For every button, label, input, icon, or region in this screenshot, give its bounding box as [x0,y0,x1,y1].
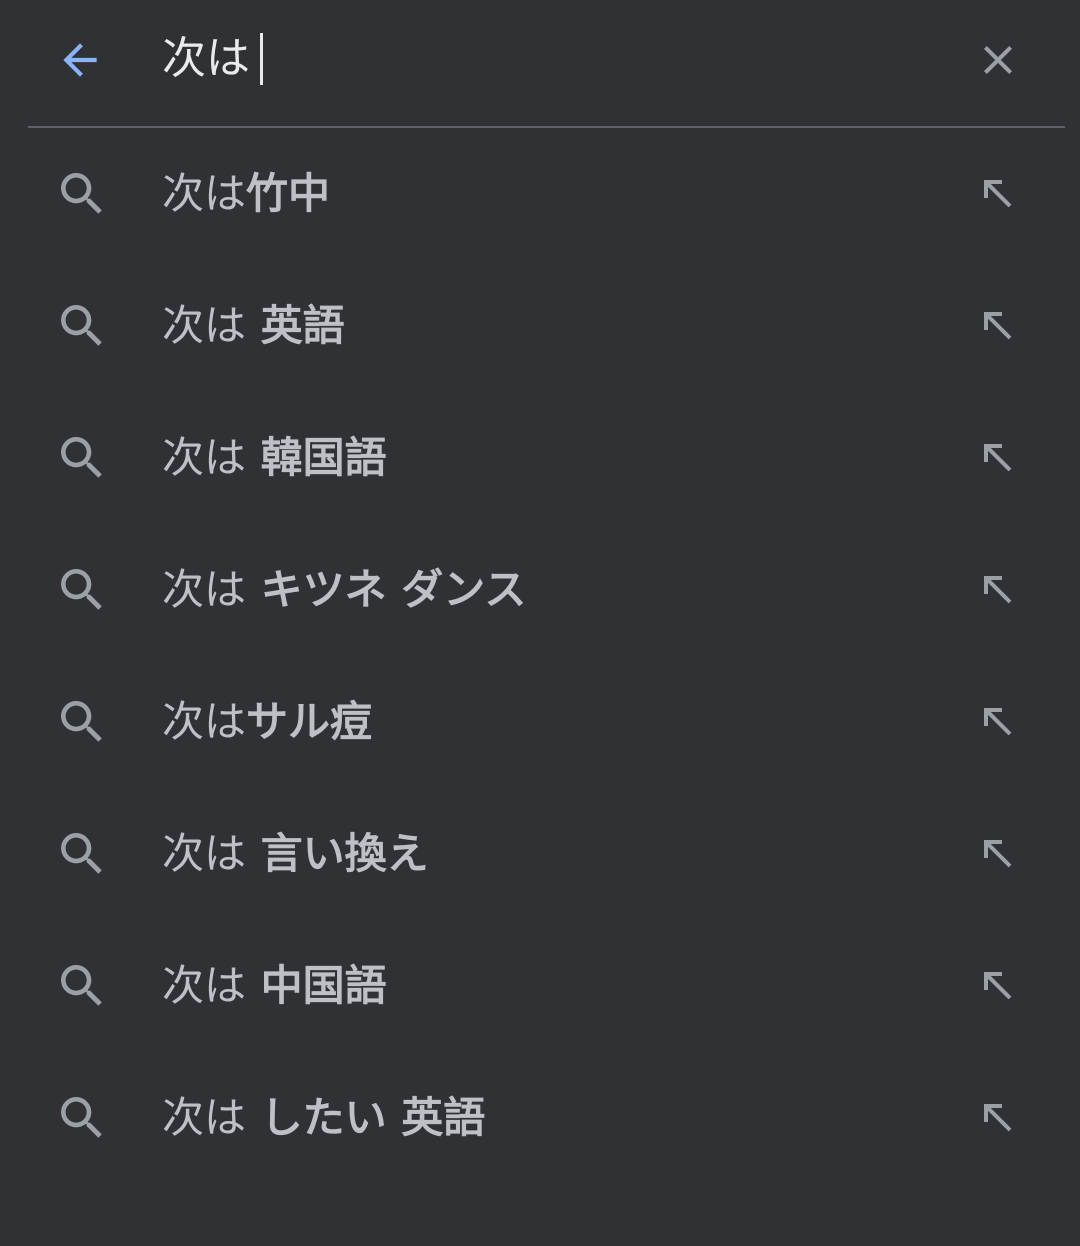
suggestion-item[interactable]: 次は キツネ ダンス [0,524,1080,656]
fill-query-button[interactable] [970,166,1026,222]
suggestion-prefix: 次は [162,565,247,614]
close-icon [984,46,1012,74]
suggestion-completion: サル痘 [246,697,373,746]
search-icon [61,173,102,214]
search-input[interactable]: 次は [162,26,263,92]
suggestion-item[interactable]: 次は 韓国語 [0,392,1080,524]
suggestion-text: 次は 中国語 [162,958,387,1014]
suggestion-prefix: 次は [162,301,247,350]
suggestion-completion: 竹中 [246,169,331,218]
search-page: 次は 次は 竹中 次は 英語 次は 韓国語 次は キツネ ダンス 次は サル痘 … [0,0,1080,1246]
suggestion-item[interactable]: 次は 竹中 [0,128,1080,260]
fill-query-button[interactable] [970,958,1026,1014]
search-icon [61,1097,102,1138]
suggestion-prefix: 次は [162,433,247,482]
clear-button[interactable] [968,30,1028,90]
suggestion-item[interactable]: 次は 中国語 [0,920,1080,1052]
arrow-up-left-icon [984,840,1012,868]
suggestion-text: 次は 韓国語 [162,430,387,486]
suggestion-completion: キツネ ダンス [246,565,527,614]
suggestion-completion: 韓国語 [246,433,387,482]
suggestion-list: 次は 竹中 次は 英語 次は 韓国語 次は キツネ ダンス 次は サル痘 次は 言い… [0,128,1080,1184]
fill-query-button[interactable] [970,562,1026,618]
fill-query-button[interactable] [970,298,1026,354]
search-icon [61,437,102,478]
search-icon [61,833,102,874]
suggestion-item[interactable]: 次は したい 英語 [0,1052,1080,1184]
search-bar: 次は [0,0,1080,122]
fill-query-button[interactable] [970,430,1026,486]
suggestion-prefix: 次は [162,169,247,218]
suggestion-text: 次は サル痘 [162,694,372,750]
suggestion-completion: 英語 [246,301,345,350]
suggestion-text: 次は したい 英語 [162,1090,485,1146]
search-icon [61,569,102,610]
suggestion-text: 次は 竹中 [162,166,330,222]
arrow-up-left-icon [984,444,1012,472]
arrow-left-icon [63,43,97,77]
suggestion-prefix: 次は [162,829,247,878]
search-icon [61,701,102,742]
suggestion-item[interactable]: 次は 言い換え [0,788,1080,920]
suggestion-prefix: 次は [162,1093,247,1142]
arrow-up-left-icon [984,1104,1012,1132]
arrow-up-left-icon [984,312,1012,340]
suggestion-item[interactable]: 次は 英語 [0,260,1080,392]
search-query-text: 次は [162,33,250,84]
arrow-up-left-icon [984,972,1012,1000]
arrow-up-left-icon [984,576,1012,604]
suggestion-completion: したい 英語 [246,1093,486,1142]
arrow-up-left-icon [984,708,1012,736]
suggestion-text: 次は キツネ ダンス [162,562,526,618]
search-icon [61,965,102,1006]
suggestion-completion: 言い換え [246,829,429,878]
suggestion-text: 次は 英語 [162,298,345,354]
suggestion-prefix: 次は [162,961,247,1010]
fill-query-button[interactable] [970,694,1026,750]
suggestion-completion: 中国語 [246,961,387,1010]
text-caret [260,33,263,85]
suggestion-item[interactable]: 次は サル痘 [0,656,1080,788]
suggestion-prefix: 次は [162,697,247,746]
suggestion-text: 次は 言い換え [162,826,429,882]
fill-query-button[interactable] [970,826,1026,882]
arrow-up-left-icon [984,180,1012,208]
search-icon [61,305,102,346]
fill-query-button[interactable] [970,1090,1026,1146]
back-button[interactable] [50,30,110,90]
